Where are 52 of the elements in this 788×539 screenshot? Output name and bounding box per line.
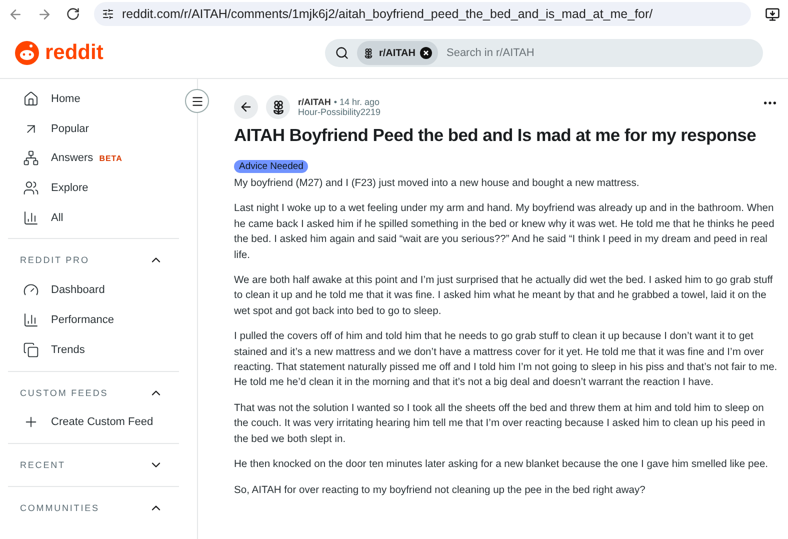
back-arrow-icon: [239, 100, 253, 114]
post-paragraph: I pulled the covers off of him and told him that he needs to go grab stuff to clean it up because I don’t want it to get stained and it’s a new mattress and we don’t have a mattress cover for it yet. He told me that it was fine and I’m over reacting. That statement naturally pissed me off and I told him I’m not going to sleep in his piss and that’s not fair to me. He told me he’d clean it in the morning and that it’s not a big deal and doesn’t warrant the reaction I have.: [234, 330, 778, 390]
chart-icon: [23, 312, 39, 328]
search-icon: [335, 46, 349, 60]
back-icon[interactable]: [8, 6, 23, 22]
back-button[interactable]: [234, 95, 258, 119]
forward-icon[interactable]: [37, 6, 52, 22]
home-icon: [23, 90, 39, 107]
community-avatar[interactable]: [266, 95, 290, 119]
post-paragraph: We are both half awake at this point and I’m just surprised that he actually did wet the bed. I asked him to go grab stuff to clean it up and he told me that it was fine. I asked him what he meant by that and he grabbed a towel, laid it on the wet spot and got back into bed to go to sleep.: [234, 274, 774, 319]
post-paragraph: He then knocked on the door ten minutes later asking for a new blanket because the one I gave him smelled like pee.: [234, 458, 770, 472]
menu-button[interactable]: [185, 89, 209, 113]
post-paragraph: Last night I woke up to a wet feeling under my arm and hand. My boyfriend was already up and in the bathroom. When he came back I asked him if he spilled something in the bed or knew why it was wet. He told me that he thinks he peed the bed. I asked him again and said “wait are you serious??” And he said “I think I peed in my dream and peed in real life.: [234, 202, 776, 263]
people-icon: [23, 180, 39, 196]
search-field[interactable]: r/AITAH Search in r/AITAH: [325, 39, 763, 67]
sidebar-item[interactable]: Trends: [8, 334, 179, 364]
search-placeholder: Search in r/AITAH: [446, 47, 534, 59]
url-text: reddit.com/r/AITAH/comments/1mjk6j2/aitah_boyfriend_peed_the_bed_and_is_mad_at_me_for/: [122, 7, 653, 21]
site-settings-icon[interactable]: [102, 8, 114, 20]
post-time: • 14 hr. ago: [334, 97, 380, 107]
logo-icon: [14, 40, 40, 66]
reload-icon[interactable]: [66, 7, 80, 21]
post-paragraph: So, AITAH for over reacting to my boyfriend not cleaning up the pee in the bed right away?: [234, 484, 646, 498]
install-icon[interactable]: [765, 6, 780, 22]
section-header[interactable]: CUSTOM FEEDS: [8, 378, 179, 408]
sidebar-item[interactable]: Create Custom Feed: [8, 408, 179, 438]
sidebar-item[interactable]: Dashboard: [8, 275, 179, 306]
sidebar-item[interactable]: Popular: [8, 114, 179, 144]
address-bar[interactable]: reddit.com/r/AITAH/comments/1mjk6j2/aitah_boyfriend_peed_the_bed_and_is_mad_at_me_for/: [94, 2, 751, 26]
flower-icon: [270, 100, 286, 114]
sidebar-item[interactable]: Explore: [8, 173, 179, 203]
subreddit-link[interactable]: r/AITAH: [298, 97, 331, 107]
nodes-icon: [23, 150, 39, 166]
sidebar-item[interactable]: All: [8, 202, 179, 232]
section-header[interactable]: COMMUNITIES: [8, 493, 179, 524]
author-link[interactable]: Hour-Possibility2219: [298, 107, 381, 117]
sidebar-item[interactable]: Home: [8, 84, 179, 114]
beta-label: BETA: [99, 154, 122, 163]
sidebar-item[interactable]: Performance: [8, 305, 179, 335]
community-icon: [363, 48, 374, 58]
sidebar-item[interactable]: Answers BETA: [8, 143, 179, 174]
post-paragraph: My boyfriend (M27) and I (F23) just moved into a new house and bought a new mattress.: [234, 177, 640, 191]
menu-icon: [190, 94, 204, 108]
flair-tag[interactable]: Advice Needed: [234, 160, 308, 173]
post-title: AITAH Boyfriend Peed the bed and Is mad at me for my response: [234, 125, 758, 146]
post-paragraph: That was not the solution I wanted so I took all the sheets off the bed and threw them at him and told him to sleep on the couch. It was very irritating hearing him tell me that I’m over reacting because I asked him to clean up his peed in the bed we both slept in.: [234, 402, 766, 447]
community-chip[interactable]: r/AITAH: [357, 41, 438, 65]
copy-icon: [23, 342, 39, 358]
section-header[interactable]: REDDIT PRO: [8, 245, 179, 276]
close-icon[interactable]: [420, 47, 432, 59]
chart-icon: [23, 210, 39, 226]
section-header[interactable]: RECENT: [8, 450, 179, 480]
